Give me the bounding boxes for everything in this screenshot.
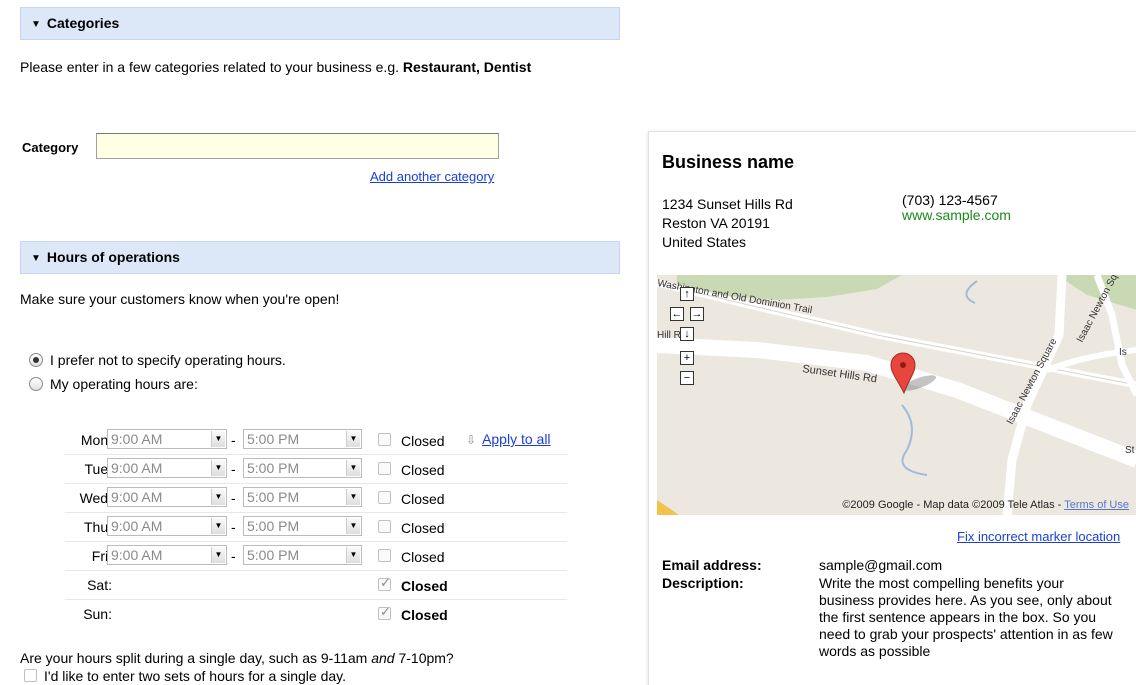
hours-header[interactable]: ▼ Hours of operations (20, 241, 620, 274)
fix-marker-link[interactable]: Fix incorrect marker location (957, 529, 1120, 544)
close-time-select[interactable]: 5:00 PM ▼ (243, 516, 362, 536)
closed-checkbox[interactable] (378, 520, 391, 533)
category-label: Category (22, 140, 79, 155)
closed-checkbox[interactable] (378, 604, 391, 620)
close-time-select[interactable]: 5:00 PM ▼ (243, 487, 362, 507)
closed-checkbox[interactable] (378, 462, 391, 475)
close-time-select[interactable]: 5:00 PM ▼ (243, 429, 362, 449)
terms-of-use-link[interactable]: Terms of Use (1064, 499, 1129, 511)
dropdown-arrow-icon: ▼ (346, 518, 360, 534)
open-time-select[interactable]: 9:00 AM ▼ (107, 458, 227, 478)
business-contact: (703) 123-4567 www.sample.com (902, 193, 1011, 223)
dropdown-arrow-icon: ▼ (346, 489, 360, 505)
categories-title: Categories (46, 15, 120, 31)
specify-hours-option[interactable]: My operating hours are: (29, 376, 198, 392)
dropdown-arrow-icon: ▼ (346, 547, 360, 563)
hours-row: Sun: Closed (65, 600, 567, 629)
collapse-triangle-icon: ▼ (31, 253, 41, 264)
pan-up-icon[interactable]: ↑ (680, 287, 694, 301)
closed-label: Closed (401, 462, 445, 478)
pan-left-icon[interactable]: ← (670, 307, 684, 321)
add-category-link[interactable]: Add another category (370, 169, 494, 184)
closed-label: Closed (401, 433, 445, 449)
pan-right-icon[interactable]: → (690, 307, 704, 321)
closed-label: Closed (401, 607, 448, 623)
hours-row: Sat: Closed (65, 571, 567, 600)
collapse-triangle-icon: ▼ (31, 19, 41, 30)
day-label: Sat: (87, 577, 112, 593)
hours-title: Hours of operations (46, 249, 180, 265)
hours-table: Mon: 9:00 AM ▼ -5:00 PM ▼ Closed ⇩ Apply to all… (65, 426, 567, 629)
hours-row: Fri: 9:00 AM ▼ -5:00 PM ▼ Closed (65, 542, 567, 571)
time-separator: - (231, 461, 236, 477)
dropdown-arrow-icon: ▼ (211, 547, 225, 563)
pan-down-icon[interactable]: ↓ (680, 327, 694, 341)
arrow-down-icon: ⇩ (466, 433, 477, 447)
no-hours-option[interactable]: I prefer not to specify operating hours. (29, 352, 286, 368)
open-time-select[interactable]: 9:00 AM ▼ (107, 545, 227, 565)
business-preview-card: Business name 1234 Sunset Hills Rd Resto… (648, 131, 1136, 685)
category-input[interactable] (96, 133, 499, 159)
map-canvas: Washington and Old Dominion Trail Hill R… (657, 275, 1136, 515)
close-time-select[interactable]: 5:00 PM ▼ (243, 458, 362, 478)
open-time-select[interactable]: 9:00 AM ▼ (107, 487, 227, 507)
open-time-select[interactable]: 9:00 AM ▼ (107, 429, 227, 449)
time-separator: - (231, 432, 236, 448)
close-time-select[interactable]: 5:00 PM ▼ (243, 545, 362, 565)
email-value: sample@gmail.com (819, 557, 943, 573)
hours-row: Wed: 9:00 AM ▼ -5:00 PM ▼ Closed (65, 484, 567, 513)
day-label: Sun: (83, 606, 112, 622)
closed-label: Closed (401, 491, 445, 507)
categories-header[interactable]: ▼ Categories (20, 7, 620, 40)
hours-intro: Make sure your customers know when you'r… (20, 291, 340, 307)
time-separator: - (231, 548, 236, 564)
hours-row: Tue: 9:00 AM ▼ -5:00 PM ▼ Closed (65, 455, 567, 484)
email-label: Email address: (662, 557, 762, 573)
closed-checkbox[interactable] (378, 491, 391, 504)
map-copyright: ©2009 Google - Map data ©2009 Tele Atlas… (842, 499, 1129, 511)
apply-to-all[interactable]: ⇩ Apply to all (466, 431, 551, 447)
closed-label: Closed (401, 520, 445, 536)
description-value: Write the most compelling benefits your … (819, 575, 1113, 659)
hours-row: Mon: 9:00 AM ▼ -5:00 PM ▼ Closed ⇩ Apply to all (65, 426, 567, 455)
apply-to-all-link[interactable]: Apply to all (482, 431, 550, 447)
radio-button[interactable] (29, 377, 43, 391)
description-label: Description: (662, 575, 744, 591)
closed-label: Closed (401, 549, 445, 565)
radio-button-selected[interactable] (29, 353, 43, 367)
hours-row: Thu: 9:00 AM ▼ -5:00 PM ▼ Closed (65, 513, 567, 542)
open-time-select[interactable]: 9:00 AM ▼ (107, 516, 227, 536)
split-hours-label: I'd like to enter two sets of hours for … (44, 668, 347, 684)
closed-checkbox[interactable] (378, 575, 391, 591)
time-separator: - (231, 519, 236, 535)
dropdown-arrow-icon: ▼ (346, 431, 360, 447)
is-label: Is (1119, 347, 1127, 358)
map[interactable]: Washington and Old Dominion Trail Hill R… (657, 275, 1136, 515)
business-name: Business name (662, 152, 795, 172)
time-separator: - (231, 490, 236, 506)
business-address: 1234 Sunset Hills Rd Reston VA 20191 Uni… (662, 196, 793, 250)
dropdown-arrow-icon: ▼ (211, 460, 225, 476)
split-question: Are your hours split during a single day… (20, 650, 454, 666)
split-hours-checkbox[interactable] (24, 669, 37, 682)
closed-checkbox[interactable] (378, 549, 391, 562)
dropdown-arrow-icon: ▼ (346, 460, 360, 476)
closed-label: Closed (401, 578, 448, 594)
closed-checkbox[interactable] (378, 433, 391, 446)
dropdown-arrow-icon: ▼ (211, 518, 225, 534)
zoom-in-icon[interactable]: + (680, 351, 694, 365)
st-label: St (1125, 445, 1135, 456)
dropdown-arrow-icon: ▼ (211, 489, 225, 505)
zoom-out-icon[interactable]: − (680, 371, 694, 385)
dropdown-arrow-icon: ▼ (211, 431, 225, 447)
website: www.sample.com (902, 207, 1011, 223)
phone-number: (703) 123-4567 (902, 192, 998, 208)
categories-intro: Please enter in a few categories related… (20, 59, 532, 75)
